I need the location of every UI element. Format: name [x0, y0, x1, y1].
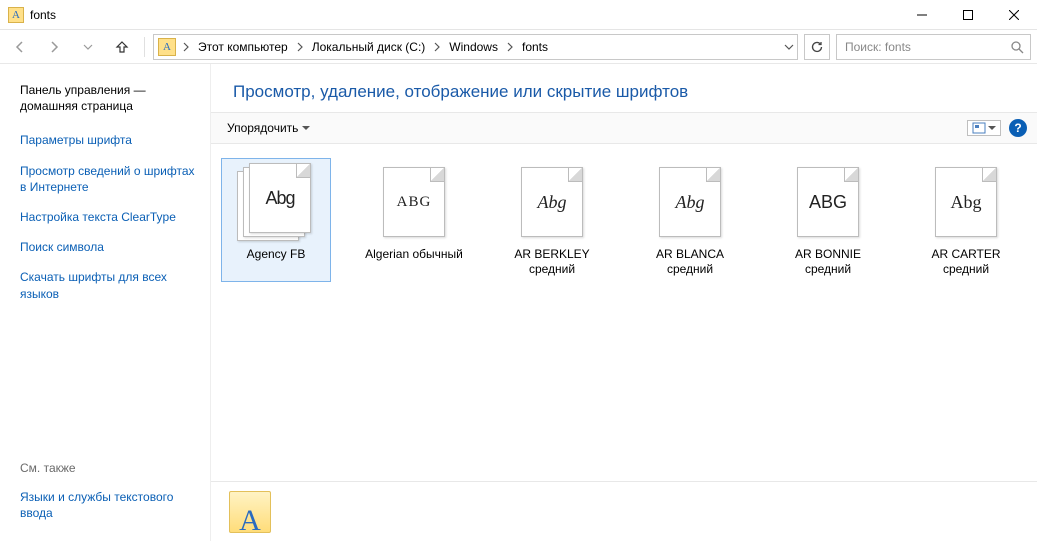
view-options-button[interactable]: [967, 120, 1001, 136]
view-icon: [972, 122, 986, 134]
font-sample: ABG: [798, 168, 858, 236]
font-name: AR CARTER средний: [916, 247, 1016, 277]
font-name: Agency FB: [247, 247, 306, 277]
font-sample: Abg: [250, 164, 310, 232]
maximize-button[interactable]: [945, 0, 991, 30]
chevron-right-icon[interactable]: [504, 42, 516, 52]
font-item[interactable]: ABG AR BONNIE средний: [773, 158, 883, 282]
sidebar-link[interactable]: Настройка текста ClearType: [20, 209, 196, 225]
up-button[interactable]: [108, 33, 136, 61]
search-icon: [1010, 40, 1024, 54]
font-item[interactable]: ABG Algerian обычный: [359, 158, 469, 282]
page-title: Просмотр, удаление, отображение или скры…: [233, 82, 1015, 102]
chevron-down-icon: [988, 124, 996, 132]
font-item[interactable]: Abg AR CARTER средний: [911, 158, 1021, 282]
window-icon: [8, 7, 24, 23]
fonts-folder-icon: [229, 491, 271, 533]
details-pane: [211, 481, 1037, 541]
font-sample: Abg: [522, 168, 582, 236]
refresh-button[interactable]: [804, 34, 830, 60]
back-button[interactable]: [6, 33, 34, 61]
chevron-right-icon[interactable]: [180, 42, 192, 52]
chevron-down-icon: [302, 124, 310, 132]
separator: [144, 37, 145, 57]
window-title: fonts: [30, 8, 56, 22]
font-item[interactable]: Abg Agency FB: [221, 158, 331, 282]
folder-icon: [158, 38, 176, 56]
search-box[interactable]: [836, 34, 1031, 60]
sidebar-link[interactable]: Скачать шрифты для всех языков: [20, 269, 196, 301]
organize-button[interactable]: Упорядочить: [221, 119, 316, 137]
font-thumbnail: Abg: [651, 163, 729, 241]
breadcrumb-segment[interactable]: Windows: [445, 38, 502, 56]
font-name: Algerian обычный: [365, 247, 463, 277]
search-input[interactable]: [843, 39, 1010, 55]
font-name: AR BERKLEY средний: [502, 247, 602, 277]
sidebar-lead[interactable]: Панель управления — домашняя страница: [20, 82, 196, 114]
font-sample: Abg: [660, 168, 720, 236]
font-item[interactable]: Abg AR BLANCA средний: [635, 158, 745, 282]
breadcrumb-segment[interactable]: Локальный диск (C:): [308, 38, 430, 56]
chevron-right-icon[interactable]: [431, 42, 443, 52]
font-sample: ABG: [384, 168, 444, 236]
font-name: AR BLANCA средний: [640, 247, 740, 277]
forward-button[interactable]: [40, 33, 68, 61]
font-thumbnail: ABG: [789, 163, 867, 241]
font-thumbnail: Abg: [927, 163, 1005, 241]
breadcrumb-segment[interactable]: Этот компьютер: [194, 38, 292, 56]
organize-label: Упорядочить: [227, 121, 298, 135]
chevron-right-icon[interactable]: [294, 42, 306, 52]
see-also-label: См. также: [20, 461, 196, 475]
sidebar-link[interactable]: Просмотр сведений о шрифтах в Интернете: [20, 163, 196, 195]
font-sample: Abg: [936, 168, 996, 236]
font-thumbnail: Abg: [513, 163, 591, 241]
recent-dropdown[interactable]: [74, 33, 102, 61]
font-item[interactable]: Abg AR BERKLEY средний: [497, 158, 607, 282]
chevron-down-icon[interactable]: [783, 42, 795, 52]
sidebar-link[interactable]: Языки и службы текстового ввода: [20, 489, 196, 521]
sidebar-link[interactable]: Параметры шрифта: [20, 132, 196, 148]
font-name: AR BONNIE средний: [778, 247, 878, 277]
breadcrumb-segment[interactable]: fonts: [518, 38, 552, 56]
font-thumbnail: ABG: [375, 163, 453, 241]
minimize-button[interactable]: [899, 0, 945, 30]
font-thumbnail: Abg: [237, 163, 315, 241]
close-button[interactable]: [991, 0, 1037, 30]
address-bar[interactable]: Этот компьютер Локальный диск (C:) Windo…: [153, 34, 798, 60]
help-button[interactable]: ?: [1009, 119, 1027, 137]
sidebar-link[interactable]: Поиск символа: [20, 239, 196, 255]
